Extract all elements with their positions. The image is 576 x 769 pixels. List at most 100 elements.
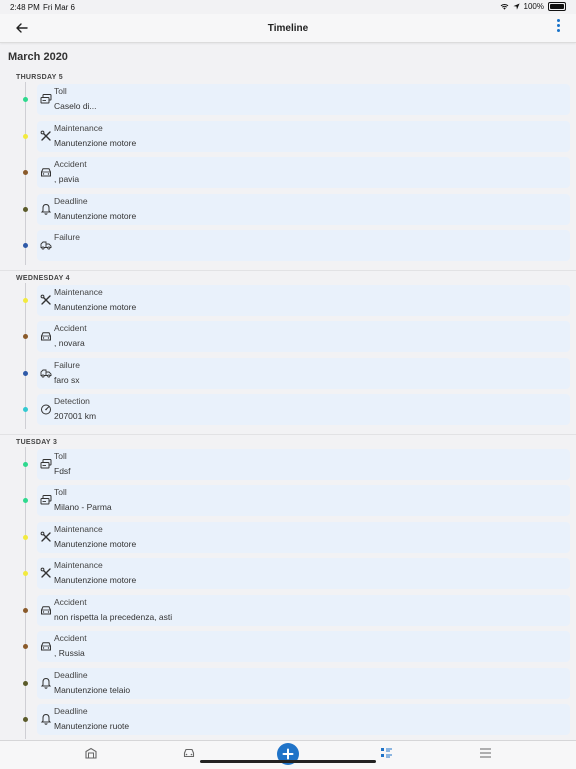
timeline-event-card[interactable]: Maintenance Manutenzione motore bbox=[37, 120, 570, 152]
plus-icon bbox=[282, 748, 294, 760]
battery-icon bbox=[548, 2, 566, 11]
event-type: Accident bbox=[54, 633, 87, 643]
event-detail: Manutenzione ruote bbox=[54, 721, 130, 731]
status-bar: 2:48 PM Fri Mar 6 100% bbox=[0, 0, 576, 14]
timeline-dot bbox=[23, 297, 28, 303]
timeline-event-card[interactable]: Toll Milano - Parma bbox=[37, 485, 570, 516]
event-type: Maintenance bbox=[54, 286, 103, 297]
event-detail: 207001 km bbox=[54, 411, 97, 421]
home-indicator bbox=[200, 760, 376, 763]
car-accident-icon bbox=[39, 165, 53, 179]
timeline-event-card[interactable]: Detection 207001 km bbox=[37, 394, 570, 425]
event-type: Toll bbox=[54, 450, 67, 461]
tow-truck-icon bbox=[39, 238, 53, 252]
location-icon bbox=[512, 3, 520, 10]
event-detail: non rispetta la precedenza, asti bbox=[54, 611, 173, 622]
event-detail: faro sx bbox=[54, 374, 80, 385]
timeline-dot bbox=[23, 170, 28, 175]
vertical-dots-icon bbox=[556, 19, 560, 22]
car-icon bbox=[183, 748, 195, 758]
wrench-icon bbox=[39, 293, 53, 307]
tow-truck-icon bbox=[39, 366, 53, 380]
bell-icon bbox=[39, 676, 53, 690]
timeline-event-card[interactable]: Deadline Manutenzione motore bbox=[37, 193, 570, 225]
timeline-event-card[interactable]: Toll Caselo di... bbox=[37, 84, 570, 115]
event-detail: Manutenzione telaio bbox=[54, 684, 131, 695]
event-type: Maintenance bbox=[54, 523, 103, 534]
event-type: Deadline bbox=[54, 706, 88, 716]
event-type: Maintenance bbox=[54, 122, 103, 133]
menu-tab[interactable] bbox=[477, 745, 493, 761]
status-date: Fri Mar 6 bbox=[43, 3, 75, 12]
status-indicators: 100% bbox=[500, 2, 566, 11]
event-type: Deadline bbox=[54, 195, 88, 206]
timeline-event-card[interactable]: Accident , pavia bbox=[37, 157, 570, 188]
event-type: Failure bbox=[54, 359, 80, 370]
timeline-dot bbox=[23, 644, 28, 649]
event-type: Accident bbox=[54, 596, 87, 607]
battery-percent: 100% bbox=[523, 2, 544, 11]
garage-icon bbox=[85, 747, 97, 759]
toll-icon bbox=[39, 493, 53, 507]
day-header: TUESDAY 3 bbox=[16, 438, 58, 446]
day-header: THURSDAY 5 bbox=[16, 74, 63, 81]
event-detail: , Russia bbox=[54, 648, 85, 658]
home-tab[interactable] bbox=[83, 745, 99, 761]
timeline-dot bbox=[23, 206, 28, 212]
timeline-event-card[interactable]: Deadline Manutenzione ruote bbox=[37, 704, 570, 735]
wrench-icon bbox=[39, 530, 53, 544]
navigation-bar: Timeline bbox=[0, 14, 576, 43]
day-separator bbox=[0, 269, 576, 271]
timeline-line bbox=[25, 446, 26, 739]
event-type: Toll bbox=[54, 86, 67, 96]
timeline-event-card[interactable]: Accident , novara bbox=[37, 321, 570, 352]
timeline-dot bbox=[23, 97, 28, 102]
timeline-event-card[interactable]: Failure bbox=[37, 230, 570, 261]
month-header: March 2020 bbox=[8, 51, 68, 63]
timeline-dot bbox=[23, 370, 28, 376]
timeline-event-card[interactable]: Failure faro sx bbox=[37, 357, 570, 389]
more-options-button[interactable] bbox=[554, 19, 562, 37]
timeline-list[interactable]: March 2020 THURSDAY 5 Toll Caselo di... Mai… bbox=[0, 43, 576, 740]
timeline-event-card[interactable]: Toll Fdsf bbox=[37, 448, 570, 480]
timeline-event-card[interactable]: Maintenance Manutenzione motore bbox=[37, 521, 570, 553]
event-detail: Manutenzione motore bbox=[54, 210, 137, 221]
bell-icon bbox=[39, 202, 53, 216]
timeline-dot bbox=[23, 461, 28, 467]
timeline-dot bbox=[23, 680, 28, 686]
timeline-tab[interactable] bbox=[378, 745, 394, 761]
event-type: Detection bbox=[54, 396, 90, 406]
bell-icon bbox=[39, 712, 53, 726]
timeline-dot bbox=[23, 534, 28, 540]
wifi-icon bbox=[500, 3, 508, 10]
list-icon bbox=[380, 748, 392, 758]
event-type: Deadline bbox=[54, 669, 88, 680]
timeline-event-card[interactable]: Maintenance Manutenzione motore bbox=[37, 284, 570, 316]
vehicles-tab[interactable] bbox=[181, 745, 197, 761]
page-title: Timeline bbox=[267, 23, 309, 34]
timeline-event-card[interactable]: Deadline Manutenzione telaio bbox=[37, 667, 570, 699]
timeline-event-card[interactable]: Accident non rispetta la precedenza, asti bbox=[37, 594, 570, 626]
timeline-event-card[interactable]: Maintenance Manutenzione motore bbox=[37, 558, 570, 589]
event-detail: Milano - Parma bbox=[54, 502, 112, 512]
event-detail: Fdsf bbox=[54, 465, 71, 476]
event-detail: Manutenzione motore bbox=[54, 301, 137, 312]
event-type: Failure bbox=[54, 232, 80, 242]
event-type: Accident bbox=[54, 159, 87, 169]
event-detail: Manutenzione motore bbox=[54, 137, 137, 148]
event-detail: Manutenzione motore bbox=[54, 575, 137, 585]
event-type: Maintenance bbox=[54, 560, 103, 570]
event-detail: , pavia bbox=[54, 174, 80, 184]
day-header: WEDNESDAY 4 bbox=[16, 274, 70, 282]
timeline-dot bbox=[23, 717, 28, 722]
wrench-icon bbox=[39, 129, 53, 143]
timeline-event-card[interactable]: Accident , Russia bbox=[37, 631, 570, 662]
car-accident-icon bbox=[39, 639, 53, 653]
event-detail: , novara bbox=[54, 338, 85, 348]
wrench-icon bbox=[39, 566, 53, 580]
tab-bar bbox=[0, 740, 576, 769]
event-detail: Caselo di... bbox=[54, 101, 97, 111]
hamburger-icon bbox=[479, 748, 491, 758]
car-accident-icon bbox=[39, 329, 53, 343]
event-detail: Manutenzione motore bbox=[54, 538, 137, 549]
